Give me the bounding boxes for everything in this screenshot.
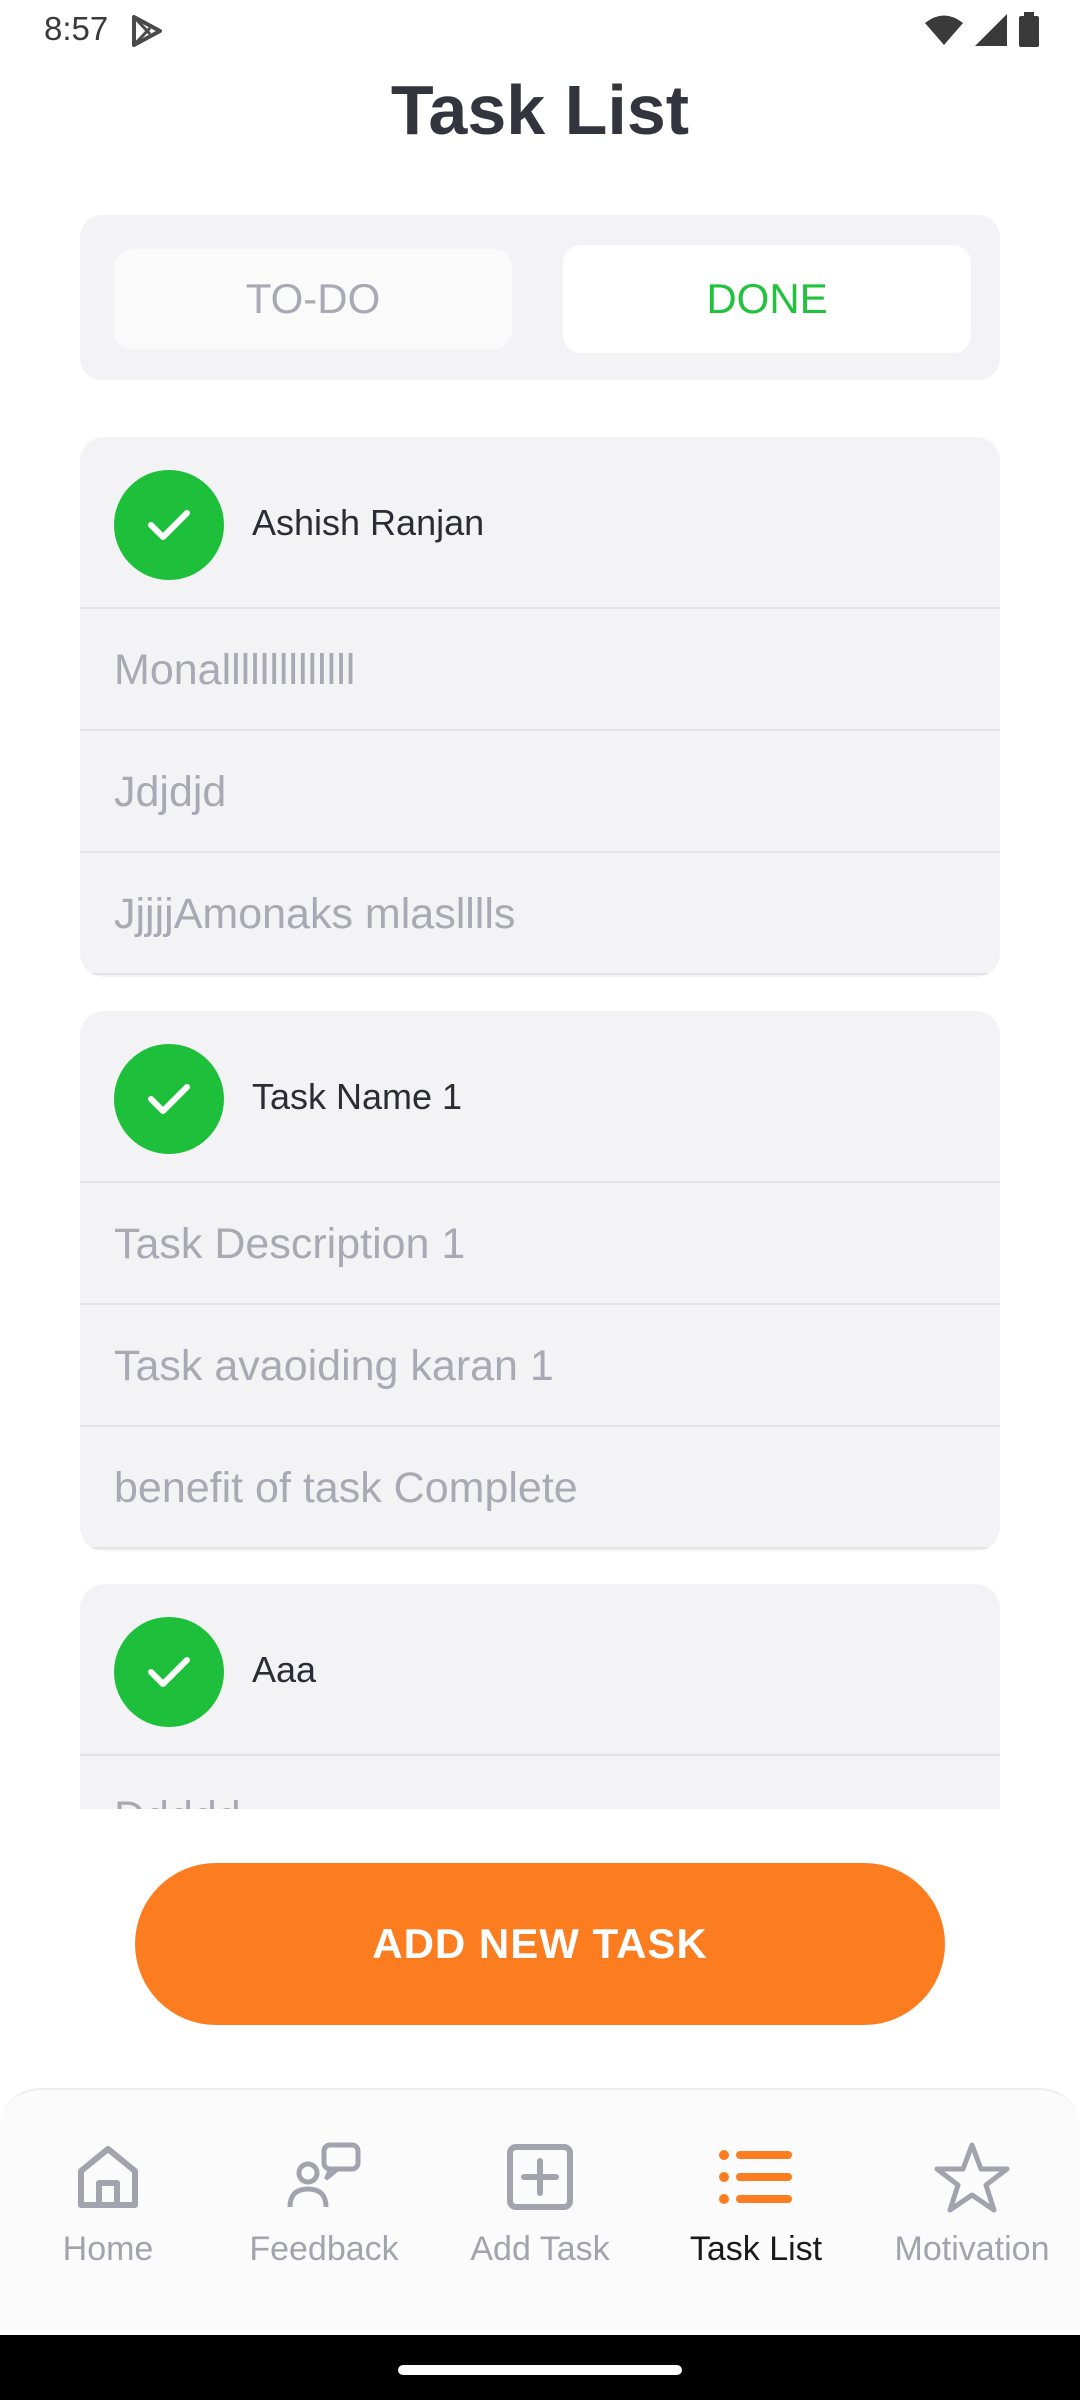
- task-avoiding-reason: Task avaoiding karan 1: [80, 1305, 1000, 1427]
- home-icon: [0, 2132, 216, 2222]
- nav-item-home[interactable]: Home: [0, 2090, 216, 2337]
- nav-item-feedback[interactable]: Feedback: [216, 2090, 432, 2337]
- task-description: Ddddd: [80, 1756, 1000, 1809]
- task-avoiding-reason: Jdjdjd: [80, 731, 1000, 853]
- bottom-navigation: Home Feedback Add Task Task List Motivat…: [0, 2088, 1080, 2335]
- star-icon: [864, 2132, 1080, 2222]
- gesture-handle[interactable]: [398, 2365, 682, 2375]
- task-card-header: Task Name 1: [80, 1011, 1000, 1183]
- status-bar: 8:57: [0, 0, 1080, 60]
- tab-todo[interactable]: TO-DO: [114, 249, 512, 349]
- nav-item-add-task[interactable]: Add Task: [432, 2090, 648, 2337]
- status-segmented-control: TO-DO DONE: [80, 215, 1000, 380]
- task-card-header: Aaa: [80, 1584, 1000, 1756]
- tab-done[interactable]: DONE: [563, 245, 971, 353]
- task-card[interactable]: Ashish Ranjan Monallllllllllllll Jdjdjd …: [80, 437, 1000, 977]
- add-box-icon: [432, 2132, 648, 2222]
- add-new-task-button[interactable]: ADD NEW TASK: [135, 1863, 945, 2025]
- task-card-header: Ashish Ranjan: [80, 437, 1000, 609]
- task-name: Aaa: [252, 1649, 317, 1690]
- list-icon: [648, 2132, 864, 2222]
- check-icon[interactable]: [114, 1617, 224, 1727]
- task-card[interactable]: Aaa Ddddd: [80, 1584, 1000, 1809]
- nav-label-feedback: Feedback: [249, 2230, 399, 2268]
- nav-label-task-list: Task List: [689, 2230, 823, 2268]
- play-store-icon: [128, 14, 164, 53]
- feedback-icon: [216, 2132, 432, 2222]
- status-time: 8:57: [44, 10, 109, 47]
- wifi-icon: [925, 15, 963, 45]
- nav-label-home: Home: [62, 2230, 154, 2268]
- check-icon[interactable]: [114, 470, 224, 580]
- check-icon[interactable]: [114, 1044, 224, 1154]
- battery-icon: [1019, 12, 1039, 47]
- task-list[interactable]: Ashish Ranjan Monallllllllllllll Jdjdjd …: [80, 437, 1000, 1809]
- task-name: Task Name 1: [252, 1076, 463, 1117]
- task-benefit: benefit of task Complete: [80, 1427, 1000, 1549]
- task-description: Monallllllllllllll: [80, 609, 1000, 731]
- page-title: Task List: [390, 71, 690, 149]
- task-card[interactable]: Task Name 1 Task Description 1 Task avao…: [80, 1011, 1000, 1551]
- task-description: Task Description 1: [80, 1183, 1000, 1305]
- task-benefit: JjjjjAmonaks mlaslllls: [80, 853, 1000, 975]
- nav-item-task-list[interactable]: Task List: [648, 2090, 864, 2337]
- nav-label-add-task: Add Task: [470, 2230, 610, 2268]
- system-gesture-area: [0, 2335, 1080, 2400]
- task-name: Ashish Ranjan: [252, 502, 485, 543]
- signal-icon: [975, 14, 1007, 46]
- status-icons: [924, 12, 1040, 48]
- nav-item-motivation[interactable]: Motivation: [864, 2090, 1080, 2337]
- nav-label-motivation: Motivation: [894, 2230, 1050, 2268]
